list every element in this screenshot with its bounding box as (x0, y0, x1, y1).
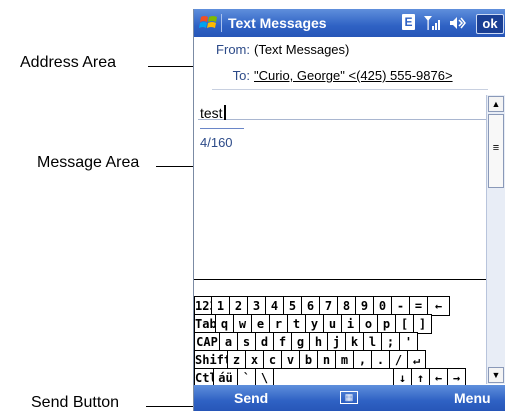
key-1-2[interactable]: w (234, 314, 252, 334)
keyboard-row-1: 1231234567890-=← (194, 296, 450, 316)
to-recipient-link[interactable]: "Curio, George" <(425) 555-9876> (254, 68, 453, 83)
address-area: From: (Text Messages) To: "Curio, George… (194, 37, 505, 120)
key-3-7[interactable]: m (336, 350, 354, 370)
menu-bar: Send ▦ Menu (194, 385, 505, 411)
volume-icon[interactable] (448, 14, 466, 32)
callout-leader-address (148, 66, 198, 67)
key-0-11[interactable]: - (392, 296, 410, 316)
key-1-12[interactable]: ] (414, 314, 432, 334)
app-title: Text Messages (228, 15, 327, 31)
key-2-5[interactable]: g (292, 332, 310, 352)
key-0-9[interactable]: 9 (356, 296, 374, 316)
key-1-0[interactable]: Tab (194, 314, 216, 334)
key-0-6[interactable]: 6 (302, 296, 320, 316)
soft-keyboard: 1231234567890-=← Tabqwertyuiop[] CAPasdf… (194, 279, 486, 388)
key-0-0[interactable]: 123 (194, 296, 212, 316)
e-icon[interactable]: E (402, 14, 415, 30)
key-3-11[interactable]: ↵ (408, 350, 426, 370)
scroll-down-arrow-icon[interactable]: ▼ (488, 367, 504, 383)
key-0-1[interactable]: 1 (212, 296, 230, 316)
keyboard-row-3: CAP a s d f g h j k l; ' (194, 332, 418, 352)
key-3-5[interactable]: b (300, 350, 318, 370)
key-2-6[interactable]: h (310, 332, 328, 352)
scroll-up-arrow-icon[interactable]: ▲ (488, 96, 504, 112)
from-label: From: (216, 42, 250, 57)
character-counter: 4/160 (200, 135, 233, 150)
title-bar: Text Messages E ok (194, 9, 505, 37)
key-2-8[interactable]: k (346, 332, 364, 352)
message-area[interactable]: test 4/160 (194, 95, 486, 279)
key-3-10[interactable]: / (390, 350, 408, 370)
send-button[interactable]: Send (234, 390, 268, 406)
text-caret (223, 105, 226, 120)
key-2-4[interactable]: f (274, 332, 292, 352)
from-divider (212, 89, 488, 90)
scroll-thumb[interactable]: ≡ (488, 114, 504, 188)
to-row: To: "Curio, George" <(425) 555-9876> (194, 68, 494, 84)
key-0-13[interactable]: ← (428, 296, 450, 316)
callout-send-button: Send Button (31, 394, 120, 411)
key-2-9[interactable]: l (364, 332, 382, 352)
key-2-10[interactable]: ; (382, 332, 400, 352)
key-3-0[interactable]: Shift (194, 350, 228, 370)
message-counter-rule (200, 128, 244, 129)
message-text: test (200, 105, 223, 121)
key-1-10[interactable]: p (378, 314, 396, 334)
keyboard-row-4: Shift z x c v b n m,. / ↵ (194, 350, 426, 370)
key-3-6[interactable]: n (318, 350, 336, 370)
key-3-9[interactable]: . (372, 350, 390, 370)
key-3-3[interactable]: c (264, 350, 282, 370)
key-1-7[interactable]: u (324, 314, 342, 334)
key-0-7[interactable]: 7 (320, 296, 338, 316)
key-2-2[interactable]: s (238, 332, 256, 352)
key-3-1[interactable]: z (228, 350, 246, 370)
key-1-9[interactable]: o (360, 314, 378, 334)
key-2-3[interactable]: d (256, 332, 274, 352)
key-2-11[interactable]: ' (400, 332, 418, 352)
from-row: From: (Text Messages) (194, 42, 494, 58)
signal-icon[interactable] (423, 14, 441, 32)
key-0-3[interactable]: 3 (248, 296, 266, 316)
key-3-4[interactable]: v (282, 350, 300, 370)
key-0-4[interactable]: 4 (266, 296, 284, 316)
key-3-8[interactable]: , (354, 350, 372, 370)
from-value[interactable]: (Text Messages) (254, 42, 349, 57)
key-2-1[interactable]: a (220, 332, 238, 352)
ok-button[interactable]: ok (476, 14, 504, 34)
key-2-0[interactable]: CAP (194, 332, 220, 352)
key-0-8[interactable]: 8 (338, 296, 356, 316)
key-0-10[interactable]: 0 (374, 296, 392, 316)
key-0-5[interactable]: 5 (284, 296, 302, 316)
key-1-8[interactable]: i (342, 314, 360, 334)
key-1-6[interactable]: y (306, 314, 324, 334)
key-1-5[interactable]: t (288, 314, 306, 334)
device-screen: Text Messages E ok From: (Text Messages)… (193, 9, 505, 411)
key-1-3[interactable]: e (252, 314, 270, 334)
key-0-2[interactable]: 2 (230, 296, 248, 316)
key-1-11[interactable]: [ (396, 314, 414, 334)
key-1-1[interactable]: q (216, 314, 234, 334)
windows-start-icon[interactable] (199, 13, 219, 33)
callout-address-area: Address Area (20, 54, 117, 71)
title-separator (221, 14, 222, 32)
key-2-7[interactable]: j (328, 332, 346, 352)
to-label: To: (232, 68, 250, 83)
vertical-scrollbar[interactable]: ▲ ≡ ▼ (486, 95, 505, 384)
menu-button[interactable]: Menu (454, 390, 491, 406)
callout-message-area: Message Area (37, 154, 140, 171)
keyboard-row-2: Tab q w e r t y u i o p[] (194, 314, 432, 334)
message-body[interactable]: test (200, 105, 226, 121)
key-1-4[interactable]: r (270, 314, 288, 334)
key-0-12[interactable]: = (410, 296, 428, 316)
key-3-2[interactable]: x (246, 350, 264, 370)
keyboard-icon[interactable]: ▦ (340, 391, 358, 404)
